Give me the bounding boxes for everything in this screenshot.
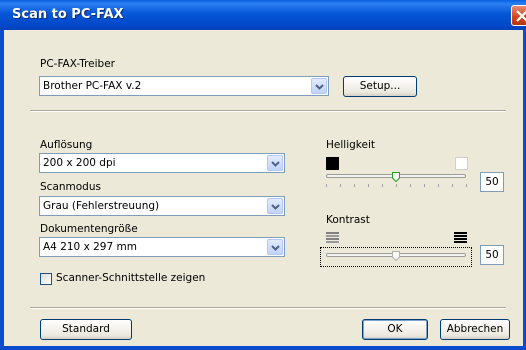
scanner-interface-label[interactable]: Scanner-Schnittstelle zeigen (56, 272, 205, 284)
chevron-down-icon (271, 245, 280, 251)
low-contrast-lines-icon (326, 232, 339, 243)
brightness-label: Helligkeit (326, 139, 375, 151)
brightness-tick (354, 184, 355, 187)
dialog-window: Scan to PC-FAX PC-FAX-Treiber Brother PC… (0, 0, 526, 350)
chevron-down-icon (271, 161, 280, 167)
brightness-tick (410, 184, 411, 187)
brightness-tick (438, 184, 439, 187)
scanmode-dropdown-button[interactable] (267, 198, 283, 214)
brightness-tick (452, 184, 453, 187)
docsize-select[interactable]: A4 210 x 297 mm (39, 237, 285, 257)
docsize-label: Dokumentengröße (40, 223, 138, 235)
window-title: Scan to PC-FAX (12, 7, 124, 22)
resolution-label: Auflösung (40, 139, 93, 151)
black-square-icon (326, 157, 339, 170)
resolution-select[interactable]: 200 x 200 dpi (39, 153, 285, 173)
contrast-value-field[interactable]: 50 (480, 245, 504, 265)
driver-value: Brother PC-FAX v.2 (43, 80, 142, 92)
chevron-down-icon (271, 204, 280, 210)
standard-button[interactable]: Standard (40, 319, 132, 340)
resolution-value: 200 x 200 dpi (43, 157, 116, 169)
driver-select[interactable]: Brother PC-FAX v.2 (39, 76, 329, 96)
window-frame-bottom (0, 346, 526, 350)
driver-dropdown-button[interactable] (311, 78, 327, 94)
docsize-value: A4 210 x 297 mm (43, 241, 137, 253)
brightness-tick (382, 184, 383, 187)
brightness-tick (424, 184, 425, 187)
separator-top (30, 110, 506, 112)
brightness-value-field[interactable]: 50 (480, 172, 504, 192)
contrast-label: Kontrast (326, 214, 370, 226)
high-contrast-lines-icon (454, 232, 467, 243)
ok-button[interactable]: OK (362, 319, 428, 340)
scanner-interface-checkbox[interactable] (40, 273, 52, 285)
brightness-tick (368, 184, 369, 187)
brightness-tick (340, 184, 341, 187)
brightness-slider[interactable] (322, 170, 472, 194)
separator-bottom (30, 307, 506, 309)
contrast-slider[interactable] (322, 249, 472, 265)
brightness-tick (396, 184, 397, 187)
contrast-thumb[interactable] (392, 251, 400, 261)
white-square-icon (455, 157, 468, 170)
resolution-dropdown-button[interactable] (267, 155, 283, 171)
brightness-tick (326, 184, 327, 187)
docsize-dropdown-button[interactable] (267, 239, 283, 255)
setup-button[interactable]: Setup... (343, 76, 417, 97)
close-icon (516, 10, 526, 22)
scanmode-select[interactable]: Grau (Fehlerstreuung) (39, 196, 285, 216)
title-bar[interactable]: Scan to PC-FAX (0, 0, 526, 30)
driver-label: PC-FAX-Treiber (40, 58, 115, 70)
cancel-button[interactable]: Abbrechen (440, 319, 510, 340)
scanmode-value: Grau (Fehlerstreuung) (43, 200, 160, 212)
close-button[interactable] (511, 5, 526, 26)
brightness-thumb[interactable] (392, 172, 400, 182)
scanmode-label: Scanmodus (40, 181, 101, 193)
brightness-tick (466, 184, 467, 187)
chevron-down-icon (315, 84, 324, 90)
window-frame-left (0, 30, 4, 350)
